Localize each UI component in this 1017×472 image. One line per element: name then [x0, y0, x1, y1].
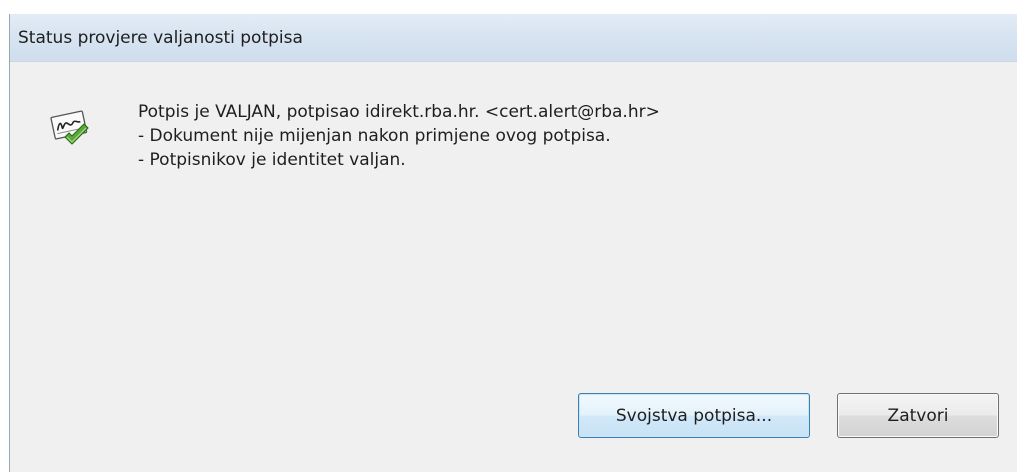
signature-status-message: Potpis je VALJAN, potpisao idirekt.rba.h… — [138, 100, 660, 172]
signature-properties-button[interactable]: Svojstva potpisa... — [578, 393, 810, 438]
message-line-validity: Potpis je VALJAN, potpisao idirekt.rba.h… — [138, 102, 660, 122]
message-line-identity: - Potpisnikov je identitet valjan. — [138, 150, 406, 170]
message-line-document: - Dokument nije mijenjan nakon primjene … — [138, 126, 611, 146]
signature-valid-icon — [49, 108, 93, 152]
dialog-titlebar[interactable]: Status provjere valjanosti potpisa — [10, 14, 1017, 62]
dialog-content: Potpis je VALJAN, potpisao idirekt.rba.h… — [10, 62, 1017, 472]
close-button[interactable]: Zatvori — [837, 393, 999, 438]
dialog-title: Status provjere valjanosti potpisa — [18, 28, 303, 48]
signature-status-dialog: Status provjere valjanosti potpisa Potpi… — [9, 14, 1017, 472]
